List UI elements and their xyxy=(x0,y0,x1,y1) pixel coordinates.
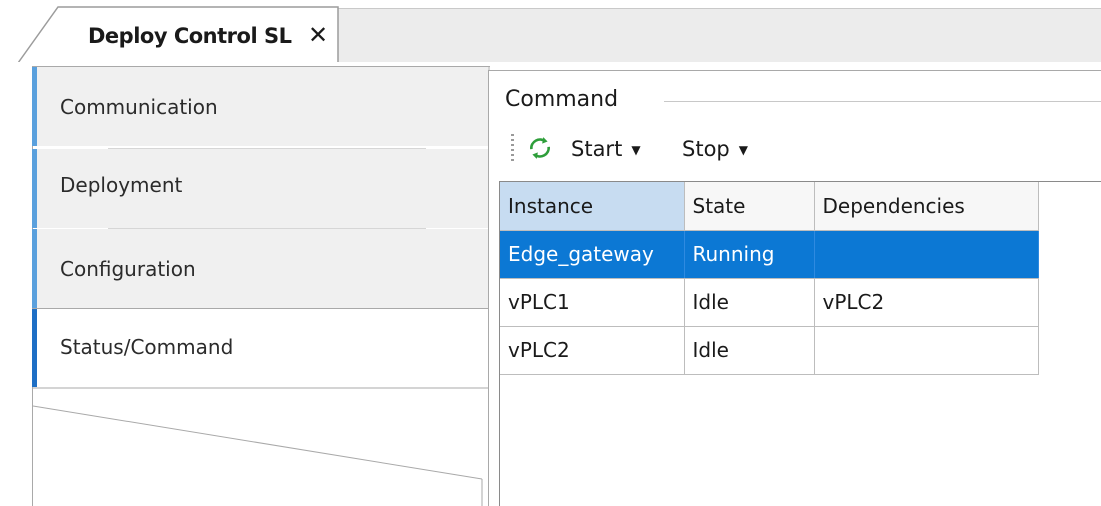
sidebar-item-status-command[interactable]: Status/Command xyxy=(32,308,488,387)
nav-accent-bar xyxy=(32,229,37,308)
sidebar-item-label: Communication xyxy=(60,95,218,119)
sidebar-item-communication[interactable]: Communication xyxy=(32,67,488,146)
cell-state: Idle xyxy=(684,278,815,327)
cell-dependencies: vPLC2 xyxy=(814,278,1039,327)
command-group-title: Command xyxy=(505,87,619,112)
tab-deploy-control-sl[interactable]: Deploy Control SL ✕ xyxy=(18,6,348,64)
sidebar-item-deployment[interactable]: Deployment xyxy=(32,149,488,228)
start-dropdown-button[interactable]: Start ▼ xyxy=(571,135,641,163)
tab-strip-background xyxy=(335,8,1101,62)
column-header-instance[interactable]: Instance xyxy=(500,182,685,231)
cell-state: Running xyxy=(684,230,815,279)
nav-accent-bar xyxy=(32,67,37,146)
table-row[interactable]: vPLC1 Idle vPLC2 xyxy=(500,278,1039,327)
status-command-panel: Command Start ▼ Stop ▼ Instance State De… xyxy=(488,70,1101,506)
cell-state: Idle xyxy=(684,326,815,375)
cell-instance: vPLC2 xyxy=(500,326,685,375)
column-header-state[interactable]: State xyxy=(684,182,815,231)
nav-accent-bar xyxy=(32,149,37,228)
table-row[interactable]: Edge_gateway Running xyxy=(500,230,1039,279)
cell-instance: Edge_gateway xyxy=(500,230,685,279)
stop-dropdown-button[interactable]: Stop ▼ xyxy=(682,135,748,163)
nav-accent-bar xyxy=(32,309,37,387)
instance-table: Instance State Dependencies Edge_gateway… xyxy=(500,182,1039,375)
table-header-row: Instance State Dependencies xyxy=(500,182,1039,231)
cell-instance: vPLC1 xyxy=(500,278,685,327)
chevron-down-icon: ▼ xyxy=(631,143,641,157)
refresh-arrows-icon[interactable] xyxy=(527,135,553,161)
sidebar-item-label: Deployment xyxy=(60,173,183,197)
table-row[interactable]: vPLC2 Idle xyxy=(500,326,1039,375)
column-header-dependencies[interactable]: Dependencies xyxy=(814,182,1039,231)
chevron-down-icon: ▼ xyxy=(738,143,748,157)
tab-title: Deploy Control SL xyxy=(88,24,292,48)
cell-dependencies xyxy=(814,326,1039,375)
toolbar-grip[interactable] xyxy=(511,134,514,162)
start-label: Start xyxy=(571,137,623,161)
instance-table-area: Instance State Dependencies Edge_gateway… xyxy=(499,181,1101,506)
cell-dependencies xyxy=(814,230,1039,279)
stop-label: Stop xyxy=(682,137,730,161)
sidebar-item-configuration[interactable]: Configuration xyxy=(32,229,488,308)
side-navigation: Communication Deployment Configuration S… xyxy=(0,62,490,506)
sidebar-item-label: Status/Command xyxy=(60,335,234,359)
command-toolbar: Start ▼ Stop ▼ xyxy=(499,126,1101,172)
sidebar-item-label: Configuration xyxy=(60,257,196,281)
group-divider xyxy=(664,101,1101,102)
close-icon[interactable]: ✕ xyxy=(305,20,331,50)
document-tab-strip: Deploy Control SL ✕ xyxy=(0,0,1101,64)
